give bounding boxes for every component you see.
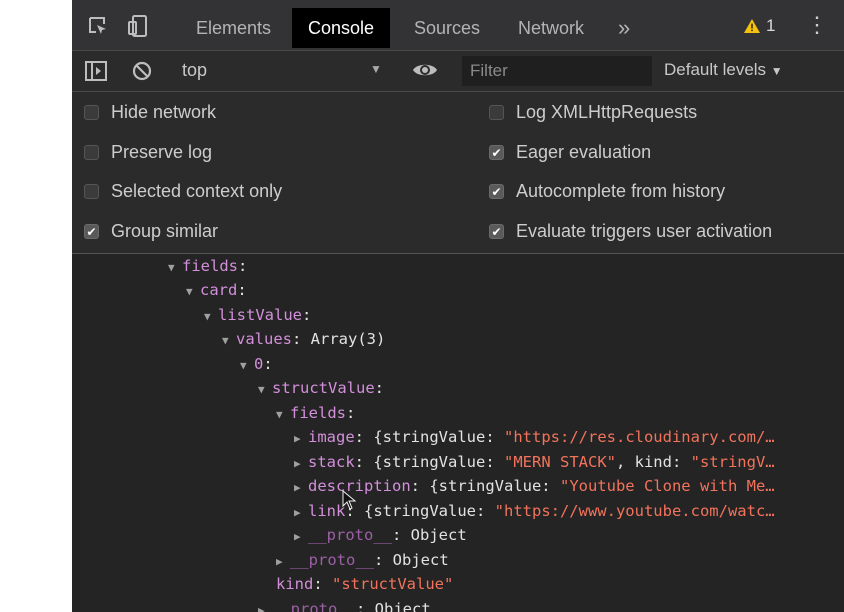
- tree-node-values[interactable]: ▼ values: Array(3): [222, 327, 385, 351]
- tree-node-listvalue[interactable]: ▼ listValue:: [204, 303, 311, 327]
- clear-console-icon[interactable]: [130, 59, 154, 83]
- filter-input[interactable]: Filter: [462, 56, 652, 86]
- mouse-cursor-icon: [342, 490, 356, 510]
- tree-node-card[interactable]: ▼ card:: [186, 278, 247, 302]
- selected-context-checkbox[interactable]: [84, 184, 99, 199]
- expand-triangle-icon[interactable]: ▼: [276, 403, 290, 427]
- tree-node-image[interactable]: ▶ image: {stringValue: "https://res.cloud…: [294, 425, 775, 449]
- eager-evaluation-option[interactable]: ✔ Eager evaluation: [489, 142, 651, 163]
- tree-node-stack[interactable]: ▶ stack: {stringValue: "MERN STACK", kind…: [294, 450, 775, 474]
- tree-node-link[interactable]: ▶ link: {stringValue: "https://www.youtub…: [294, 499, 775, 523]
- autocomplete-history-label: Autocomplete from history: [516, 181, 726, 201]
- console-output: ▼ fields: ▼ card: ▼ listValue: ▼ values: Arr…: [72, 254, 844, 612]
- autocomplete-history-checkbox[interactable]: ✔: [489, 184, 504, 199]
- tab-sources[interactable]: Sources: [398, 8, 496, 48]
- log-levels-label: Default levels: [664, 60, 767, 79]
- collapse-triangle-icon[interactable]: ▶: [294, 476, 308, 500]
- hide-network-option[interactable]: Hide network: [84, 102, 216, 123]
- tab-network[interactable]: Network: [502, 8, 600, 48]
- evaluate-triggers-option[interactable]: ✔ Evaluate triggers user activation: [489, 221, 772, 242]
- eager-evaluation-label: Eager evaluation: [516, 142, 652, 162]
- group-similar-checkbox[interactable]: ✔: [84, 224, 99, 239]
- expand-triangle-icon[interactable]: ▼: [204, 305, 218, 329]
- tree-node-fields-inner[interactable]: ▼ fields:: [276, 401, 355, 425]
- preserve-log-option[interactable]: Preserve log: [84, 142, 212, 163]
- log-xhr-checkbox[interactable]: [489, 105, 504, 120]
- tab-console[interactable]: Console: [292, 8, 391, 48]
- tree-node-proto-struct[interactable]: ▶ __proto__: Object: [276, 548, 449, 572]
- console-settings-pane: Hide network Preserve log Selected conte…: [72, 92, 844, 254]
- collapse-triangle-icon[interactable]: ▶: [294, 525, 308, 549]
- preserve-log-checkbox[interactable]: [84, 145, 99, 160]
- expand-triangle-icon[interactable]: ▼: [186, 280, 200, 304]
- collapse-triangle-icon[interactable]: ▶: [294, 452, 308, 476]
- eager-evaluation-checkbox[interactable]: ✔: [489, 145, 504, 160]
- more-options-icon[interactable]: ⋮: [806, 14, 828, 36]
- group-similar-option[interactable]: ✔ Group similar: [84, 221, 218, 242]
- collapse-triangle-icon[interactable]: ▶: [294, 501, 308, 525]
- expand-triangle-icon[interactable]: ▼: [222, 329, 236, 353]
- expand-triangle-icon[interactable]: ▼: [168, 256, 182, 280]
- devtools-panel: Elements Console Sources Network » 1 ⋮ t…: [72, 0, 844, 612]
- context-selector[interactable]: top: [182, 60, 207, 81]
- expand-triangle-icon[interactable]: ▼: [258, 378, 272, 402]
- collapse-triangle-icon[interactable]: ▶: [258, 599, 272, 612]
- warnings-badge[interactable]: 1: [744, 16, 775, 36]
- log-levels-dropdown[interactable]: Default levels ▼: [664, 60, 783, 80]
- tree-node-description[interactable]: ▶ description: {stringValue: "Youtube Clo…: [294, 474, 775, 498]
- collapse-triangle-icon[interactable]: ▶: [294, 427, 308, 451]
- context-dropdown-icon[interactable]: ▼: [370, 62, 382, 76]
- devtools-tabbar: Elements Console Sources Network » 1 ⋮: [72, 0, 844, 51]
- evaluate-triggers-label: Evaluate triggers user activation: [516, 221, 773, 241]
- tab-elements[interactable]: Elements: [180, 8, 287, 48]
- collapse-triangle-icon[interactable]: ▶: [276, 550, 290, 574]
- tree-node-kind: kind: "structValue": [276, 575, 454, 593]
- tree-node-proto-outer[interactable]: ▶ __proto__: Object: [258, 597, 431, 612]
- live-expression-eye-icon[interactable]: [412, 59, 438, 81]
- tree-node-index-0[interactable]: ▼ 0:: [240, 352, 273, 376]
- warnings-count: 1: [766, 16, 776, 35]
- preserve-log-label: Preserve log: [111, 142, 213, 162]
- show-sidebar-icon[interactable]: [84, 59, 108, 83]
- hide-network-checkbox[interactable]: [84, 105, 99, 120]
- tree-node-proto-inner[interactable]: ▶ __proto__: Object: [294, 523, 467, 547]
- tree-node-fields[interactable]: ▼ fields:: [168, 254, 247, 278]
- log-xhr-option[interactable]: Log XMLHttpRequests: [489, 102, 697, 123]
- expand-triangle-icon[interactable]: ▼: [240, 354, 254, 378]
- inspect-element-icon[interactable]: [86, 14, 110, 38]
- log-xhr-label: Log XMLHttpRequests: [516, 102, 698, 122]
- chevron-down-icon: ▼: [770, 64, 783, 78]
- evaluate-triggers-checkbox[interactable]: ✔: [489, 224, 504, 239]
- hide-network-label: Hide network: [111, 102, 217, 122]
- more-tabs-button[interactable]: »: [602, 8, 646, 48]
- tree-node-structvalue[interactable]: ▼ structValue:: [258, 376, 384, 400]
- warning-icon: [744, 19, 760, 33]
- autocomplete-history-option[interactable]: ✔ Autocomplete from history: [489, 181, 725, 202]
- group-similar-label: Group similar: [111, 221, 219, 241]
- selected-context-option[interactable]: Selected context only: [84, 181, 282, 202]
- selected-context-label: Selected context only: [111, 181, 283, 201]
- device-toolbar-icon[interactable]: [126, 14, 150, 38]
